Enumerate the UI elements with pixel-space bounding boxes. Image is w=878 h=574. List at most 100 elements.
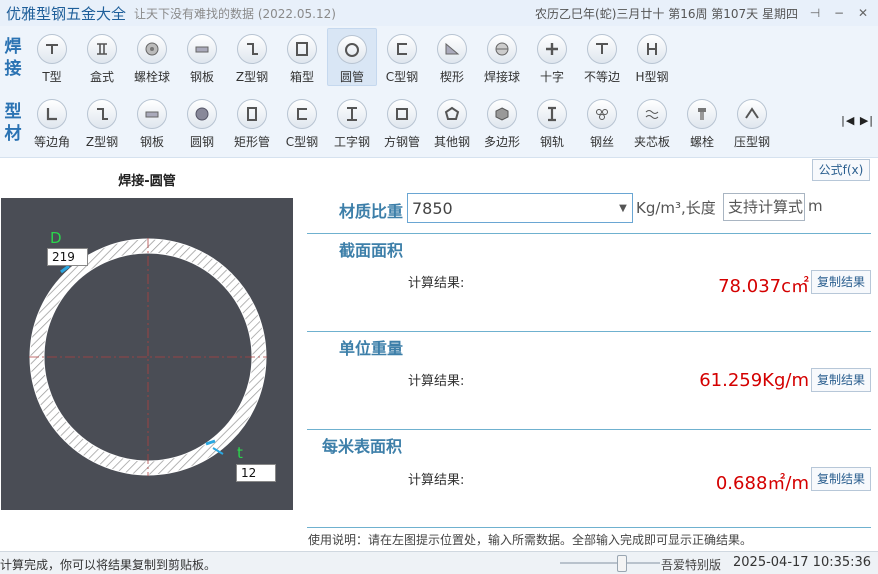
tool-row2-14[interactable]: 压型钢 — [727, 93, 777, 151]
tool-row1-1[interactable]: 盒式 — [77, 28, 127, 86]
edition-label: 吾爱特别版 — [661, 558, 722, 572]
section-divider — [307, 429, 871, 430]
profile-shape-row: 等边角 Z型钢 钢板 圆钢 矩形管 C型钢 工字钢 方钢管 其他钢 多边形 钢轨 钢丝 夹芯板 螺栓 压型钢 — [27, 93, 777, 157]
tool-row1-8[interactable]: 楔形 — [427, 28, 477, 86]
tool-label: 箱型 — [289, 70, 314, 84]
tool-row2-4[interactable]: 矩形管 — [227, 93, 277, 151]
tool-label: C型钢 — [385, 70, 419, 84]
tool-row1-7[interactable]: C型钢 — [377, 28, 427, 86]
tool-row1-10[interactable]: 十字 — [527, 28, 577, 86]
tool-row2-10[interactable]: 钢轨 — [527, 93, 577, 151]
calc-label-area: 计算结果: — [408, 276, 465, 291]
round-tube-diagram: D 219 t 12 — [1, 198, 293, 510]
tool-label: 圆管 — [339, 70, 364, 84]
density-unit: Kg/m³,长度 — [636, 199, 716, 217]
tool-row2-2[interactable]: 钢板 — [127, 93, 177, 151]
diagram-title: 焊接-圆管 — [118, 174, 176, 189]
zoom-slider-thumb[interactable] — [617, 555, 627, 572]
round-bar-icon — [187, 99, 217, 129]
tool-row2-1[interactable]: Z型钢 — [77, 93, 127, 151]
status-message: 计算完成，你可以将结果复制到剪贴板。 — [0, 558, 217, 572]
toolbar-scroll-arrows[interactable]: |◀ ▶| — [841, 114, 874, 127]
tool-row1-2[interactable]: 螺栓球 — [127, 28, 177, 86]
section-title-weight: 单位重量 — [339, 339, 404, 358]
thickness-input[interactable]: 12 — [236, 464, 276, 482]
density-label: 材质比重 — [339, 202, 404, 221]
formula-button[interactable]: 公式f(x) — [812, 159, 870, 181]
bolt-ball-icon — [137, 34, 167, 64]
copy-button-surface[interactable]: 复制结果 — [811, 467, 871, 491]
density-value[interactable]: 7850 — [412, 199, 614, 218]
shape-toolbar: 焊 接 型 材 T型 盒式 螺栓球 钢板 Z型钢 箱型 圆管 C型钢 楔形 焊接球 十字 不等边 H型钢… — [0, 26, 878, 158]
tool-row2-11[interactable]: 钢丝 — [577, 93, 627, 151]
density-select[interactable]: 7850 ▼ — [407, 193, 633, 223]
tool-row1-9[interactable]: 焊接球 — [477, 28, 527, 86]
wire-icon — [587, 99, 617, 129]
tool-row2-12[interactable]: 夹芯板 — [627, 93, 677, 151]
wedge-icon — [437, 34, 467, 64]
tool-label: 螺栓球 — [133, 70, 170, 84]
tool-label: 焊接球 — [483, 70, 520, 84]
i-beam-icon — [337, 99, 367, 129]
tool-row2-0[interactable]: 等边角 — [27, 93, 77, 151]
diameter-label: D — [50, 229, 62, 247]
plate-icon — [137, 99, 167, 129]
inner-edge — [43, 252, 253, 462]
thickness-label: t — [237, 444, 243, 462]
tool-label: 楔形 — [439, 70, 464, 84]
tool-label: 其他钢 — [433, 135, 470, 149]
tool-row2-5[interactable]: C型钢 — [277, 93, 327, 151]
tool-row2-8[interactable]: 其他钢 — [427, 93, 477, 151]
polygon-icon — [487, 99, 517, 129]
calc-label-weight: 计算结果: — [408, 374, 465, 389]
copy-button-weight[interactable]: 复制结果 — [811, 368, 871, 392]
tool-row1-4[interactable]: Z型钢 — [227, 28, 277, 86]
c-steel-icon — [387, 34, 417, 64]
chevron-down-icon[interactable]: ▼ — [614, 203, 632, 214]
pin-icon[interactable]: ⊣ — [808, 6, 822, 20]
tool-row1-6[interactable]: 圆管 — [327, 28, 377, 86]
tool-label: C型钢 — [285, 135, 319, 149]
section-title-area: 截面面积 — [339, 241, 404, 260]
close-icon[interactable]: ✕ — [856, 6, 870, 20]
tool-label: 钢丝 — [589, 135, 614, 149]
sandwich-panel-icon — [637, 99, 667, 129]
h-steel-icon — [637, 34, 667, 64]
tool-label: 盒式 — [89, 70, 114, 84]
tool-label: 等边角 — [33, 135, 70, 149]
usage-instructions: 使用说明：请在左图提示位置处，输入所需数据。全部输入完成即可显示正确结果。 — [308, 533, 753, 547]
t-shape-icon — [37, 34, 67, 64]
copy-button-area[interactable]: 复制结果 — [811, 270, 871, 294]
length-input[interactable]: 支持计算式 — [723, 193, 805, 221]
tool-row1-11[interactable]: 不等边 — [577, 28, 627, 86]
tool-row1-3[interactable]: 钢板 — [177, 28, 227, 86]
profiled-steel-icon — [737, 99, 767, 129]
tool-label: 工字钢 — [333, 135, 370, 149]
tool-row1-12[interactable]: H型钢 — [627, 28, 677, 86]
result-surface: 0.688㎡/m — [715, 473, 809, 494]
tool-row2-9[interactable]: 多边形 — [477, 93, 527, 151]
tool-label: 不等边 — [583, 70, 620, 84]
status-datetime: 2025-04-17 10:35:36 — [733, 555, 872, 570]
tool-row1-5[interactable]: 箱型 — [277, 28, 327, 86]
section-divider — [307, 331, 871, 332]
calc-label-surface: 计算结果: — [408, 473, 465, 488]
tool-row1-0[interactable]: T型 — [27, 28, 77, 86]
diameter-input[interactable]: 219 — [47, 248, 88, 266]
tool-row2-6[interactable]: 工字钢 — [327, 93, 377, 151]
bolt-icon — [687, 99, 717, 129]
minimize-icon[interactable]: − — [832, 6, 846, 20]
rect-tube-icon — [237, 99, 267, 129]
tool-row2-7[interactable]: 方钢管 — [377, 93, 427, 151]
cross-icon — [537, 34, 567, 64]
tool-label: Z型钢 — [235, 70, 269, 84]
tool-row2-13[interactable]: 螺栓 — [677, 93, 727, 151]
zoom-slider-track[interactable] — [560, 562, 660, 564]
tool-row2-3[interactable]: 圆钢 — [177, 93, 227, 151]
tool-label: 压型钢 — [733, 135, 770, 149]
section-divider — [307, 233, 871, 234]
tool-label: Z型钢 — [85, 135, 119, 149]
tool-label: 螺栓 — [689, 135, 714, 149]
round-tube-icon — [337, 35, 367, 64]
app-title: 优雅型钢五金大全 — [6, 4, 127, 23]
